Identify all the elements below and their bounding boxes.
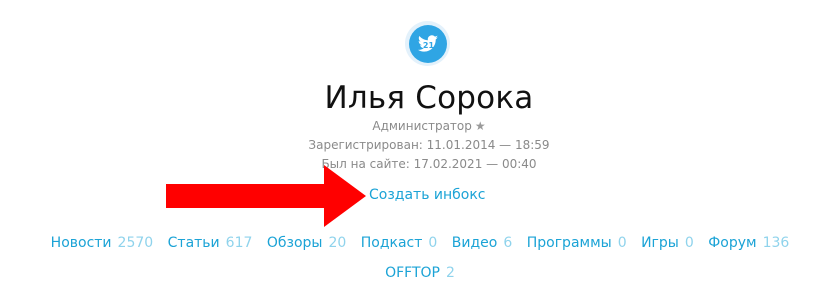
stat-forum[interactable]: Форум 136 [708, 233, 789, 253]
stat-count: 0 [684, 235, 694, 251]
stat-offtop[interactable]: OFFTOP 2 [385, 263, 455, 283]
stat-label: Игры [641, 235, 679, 251]
star-icon: ★ [474, 119, 486, 133]
create-inbox-link[interactable]: Создать инбокс [369, 185, 486, 205]
stat-label: Форум [708, 235, 757, 251]
stat-count: 0 [617, 235, 627, 251]
stat-label: OFFTOP [385, 265, 440, 281]
registered-date: Зарегистрирован: 11.01.2014 — 18:59 [308, 138, 550, 152]
red-arrow-icon [166, 165, 366, 227]
stat-count: 2 [445, 265, 455, 281]
stat-podcast[interactable]: Подкаст 0 [361, 233, 438, 253]
stats-row: Новости 2570 Статьи 617 Обзоры 20 Подкаст 0 … [0, 233, 840, 253]
stat-video[interactable]: Видео 6 [452, 233, 512, 253]
stat-label: Новости [50, 235, 112, 251]
stat-news[interactable]: Новости 2570 [51, 233, 154, 253]
profile-page: 21 Илья Сорока Администратор ★ Зарегистри… [0, 0, 840, 300]
profile-name: Илья Сорока [324, 80, 534, 116]
profile-role: Администратор ★ [0, 118, 840, 134]
stat-label: Программы [526, 235, 612, 251]
stat-label: Статьи [167, 235, 220, 251]
twitter-bird-icon: 21 [408, 24, 447, 63]
stat-count: 0 [428, 235, 438, 251]
avatar[interactable]: 21 [405, 21, 450, 66]
stat-count: 20 [328, 235, 347, 251]
stat-articles[interactable]: Статьи 617 [168, 233, 253, 253]
role-label: Администратор [372, 119, 472, 133]
stat-count: 2570 [117, 235, 154, 251]
stat-label: Подкаст [360, 235, 423, 251]
stat-programs[interactable]: Программы 0 [527, 233, 627, 253]
stat-label: Видео [451, 235, 498, 251]
stat-count: 617 [225, 235, 253, 251]
stat-reviews[interactable]: Обзоры 20 [267, 233, 346, 253]
last-seen-date: Был на сайте: 17.02.2021 — 00:40 [321, 157, 537, 171]
stat-label: Обзоры [266, 235, 323, 251]
avatar-badge: 21 [422, 41, 434, 50]
stat-count: 6 [503, 235, 513, 251]
stats-row: OFFTOP 2 [0, 263, 840, 283]
stat-count: 136 [762, 235, 790, 251]
stat-games[interactable]: Игры 0 [641, 233, 694, 253]
